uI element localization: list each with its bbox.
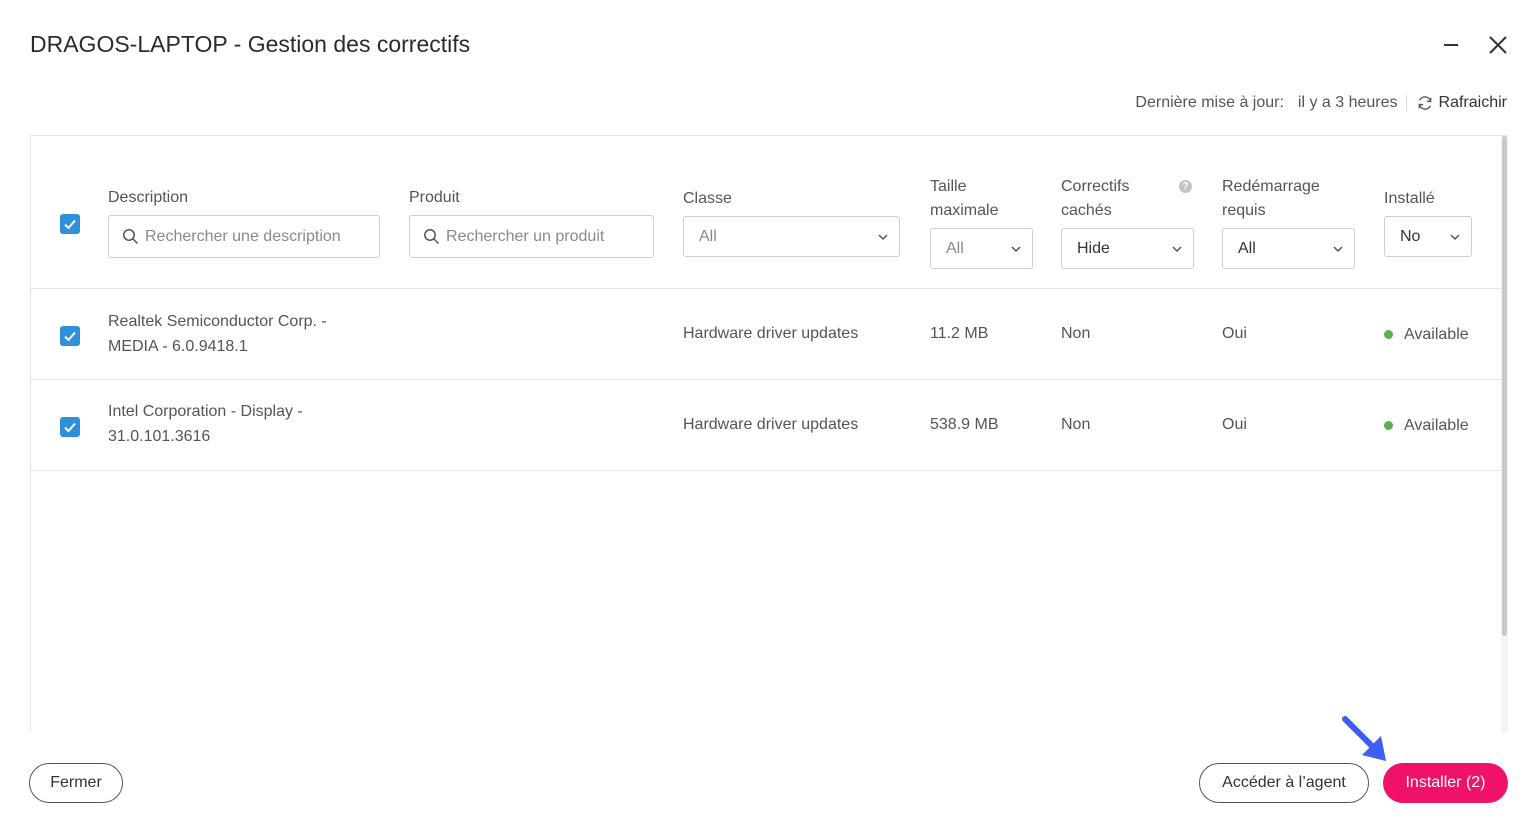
column-header-restart-line2: requis [1222, 202, 1266, 219]
max-size-filter-value: All [946, 239, 964, 257]
row-status-label: Available [1404, 326, 1469, 343]
installed-filter-value: No [1400, 227, 1421, 245]
divider [1405, 95, 1407, 111]
go-to-agent-button[interactable]: Accéder à l’agent [1199, 763, 1369, 803]
chevron-down-icon [1333, 245, 1343, 252]
refresh-icon [1418, 96, 1432, 110]
row-description: Intel Corporation - Display - 31.0.101.3… [108, 399, 303, 449]
chevron-down-icon [878, 233, 888, 240]
row-hidden: Non [1061, 325, 1091, 342]
available-status-dot [1384, 421, 1393, 430]
row-description-line2: 31.0.101.3616 [108, 428, 211, 445]
patch-management-dialog: DRAGOS-LAPTOP - Gestion des correctifs D… [0, 0, 1537, 832]
description-search-input[interactable] [145, 227, 379, 246]
row-description-line1: Intel Corporation - Display - [108, 403, 303, 420]
row-description-line1: Realtek Semiconductor Corp. - [108, 313, 327, 330]
row-checkbox[interactable] [60, 326, 80, 346]
help-icon[interactable]: ? [1179, 180, 1192, 193]
hidden-filter-value: Hide [1077, 239, 1110, 257]
refresh-label: Rafraichir [1438, 94, 1507, 111]
table-row[interactable]: Intel Corporation - Display - 31.0.101.3… [31, 380, 1502, 471]
column-header-hidden-line2: cachés [1061, 202, 1112, 219]
select-all-checkbox[interactable] [60, 214, 80, 234]
checkmark-icon [64, 331, 76, 342]
close-dialog-button[interactable]: Fermer [29, 763, 123, 803]
refresh-button[interactable]: Rafraichir [1417, 94, 1507, 112]
scrollbar-thumb[interactable] [1502, 136, 1507, 636]
chevron-down-icon [1011, 245, 1021, 252]
product-search-input[interactable] [446, 227, 653, 246]
chevron-down-icon [1450, 233, 1460, 240]
column-header-hidden: Correctifs cachés [1061, 175, 1129, 223]
row-status: Available [1384, 413, 1469, 438]
row-class: Hardware driver updates [683, 325, 859, 342]
column-header-class: Classe [683, 190, 732, 207]
checkmark-icon [64, 422, 76, 433]
row-hidden: Non [1061, 416, 1091, 433]
hidden-filter-select[interactable]: Hide [1061, 228, 1194, 269]
patches-table: Description Produit Classe All [30, 135, 1508, 732]
close-button[interactable] [1483, 30, 1513, 60]
row-status: Available [1384, 322, 1469, 347]
table-header: Description Produit Classe All [31, 136, 1502, 289]
last-update-value: il y a 3 heures [1297, 94, 1398, 111]
row-size: 11.2 MB [930, 325, 989, 342]
available-status-dot [1384, 330, 1393, 339]
row-description-line2: MEDIA - 6.0.9418.1 [108, 338, 248, 355]
close-icon [1489, 36, 1507, 54]
annotation-arrow-icon [1342, 716, 1386, 761]
last-update-label: Dernière mise à jour: [1135, 94, 1284, 111]
table-row[interactable]: Realtek Semiconductor Corp. - MEDIA - 6.… [31, 289, 1502, 380]
dialog-title: DRAGOS-LAPTOP - Gestion des correctifs [30, 31, 471, 57]
column-header-description: Description [108, 189, 189, 206]
checkmark-icon [64, 219, 76, 230]
column-header-max-size-line2: maximale [930, 202, 999, 219]
installed-filter-select[interactable]: No [1384, 216, 1472, 257]
row-status-label: Available [1404, 417, 1469, 434]
product-search[interactable] [409, 215, 654, 258]
search-icon [123, 229, 139, 245]
row-class: Hardware driver updates [683, 416, 859, 433]
column-header-restart: Redémarrage requis [1222, 175, 1320, 223]
minimize-icon [1444, 44, 1458, 46]
row-size: 538.9 MB [930, 416, 999, 433]
row-description: Realtek Semiconductor Corp. - MEDIA - 6.… [108, 309, 327, 359]
column-header-max-size-line1: Taille [930, 178, 967, 195]
scrollbar[interactable] [1501, 136, 1508, 732]
install-button[interactable]: Installer (2) [1383, 763, 1508, 803]
class-filter-select[interactable]: All [683, 216, 900, 257]
last-update-bar: Dernière mise à jour: il y a 3 heures Ra… [1135, 94, 1507, 112]
search-icon [424, 229, 440, 245]
restart-filter-value: All [1238, 239, 1256, 257]
minimize-button[interactable] [1436, 30, 1466, 60]
row-restart: Oui [1222, 325, 1247, 342]
column-header-installed: Installé [1384, 190, 1435, 207]
column-header-max-size: Taille maximale [930, 175, 998, 223]
restart-filter-select[interactable]: All [1222, 228, 1355, 269]
class-filter-value: All [699, 227, 717, 245]
description-search[interactable] [108, 215, 380, 258]
max-size-filter-select[interactable]: All [930, 228, 1033, 269]
row-checkbox[interactable] [60, 417, 80, 437]
column-header-restart-line1: Redémarrage [1222, 178, 1320, 195]
row-restart: Oui [1222, 416, 1247, 433]
column-header-hidden-line1: Correctifs [1061, 178, 1130, 195]
column-header-product: Produit [409, 189, 460, 206]
chevron-down-icon [1172, 245, 1182, 252]
